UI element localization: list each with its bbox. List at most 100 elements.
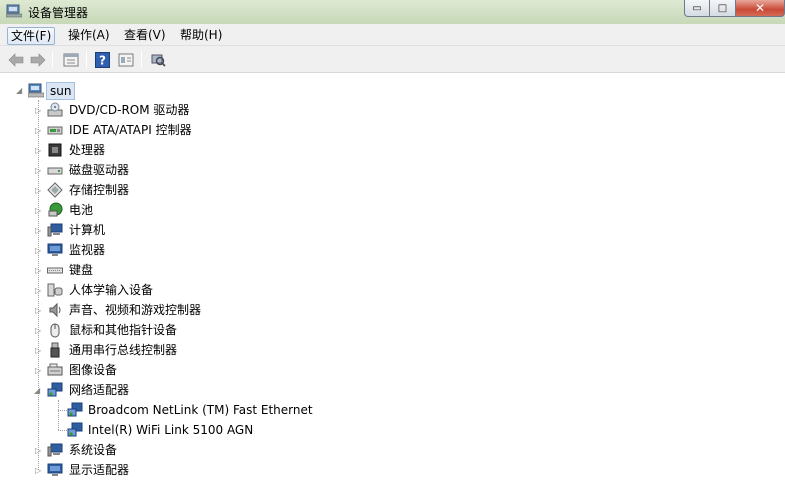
toolbar-separator xyxy=(52,51,53,68)
ide-controller-icon xyxy=(47,126,63,135)
tree-item[interactable]: ▷ 计算机 xyxy=(0,220,400,240)
tree-item[interactable]: ▷ 处理器 xyxy=(0,140,400,160)
tree-item[interactable]: ▷ 图像设备 xyxy=(0,360,400,380)
expand-arrow-icon[interactable]: ▷ xyxy=(35,446,41,455)
storage-controller-icon xyxy=(47,182,63,198)
expand-arrow-icon[interactable]: ▷ xyxy=(35,186,41,195)
expand-arrow-icon[interactable]: ▷ xyxy=(35,346,41,355)
battery-icon xyxy=(48,202,63,217)
toolbar-separator xyxy=(86,51,87,68)
expand-arrow-icon[interactable]: ▷ xyxy=(35,106,41,115)
tree-item-label: IDE ATA/ATAPI 控制器 xyxy=(69,123,192,137)
back-arrow-icon[interactable] xyxy=(7,51,24,68)
imaging-icon xyxy=(47,363,63,376)
tree-item-label: 键盘 xyxy=(69,263,94,277)
expand-arrow-icon[interactable]: ▷ xyxy=(35,126,41,135)
window-title: 设备管理器 xyxy=(28,6,89,20)
menu-file[interactable]: 文件(F) xyxy=(7,27,56,45)
tree-item[interactable]: ▷ 通用串行总线控制器 xyxy=(0,340,400,360)
menu-help[interactable]: 帮助(H) xyxy=(177,27,225,45)
tree-child-item[interactable]: Intel(R) WiFi Link 5100 AGN xyxy=(0,420,400,440)
network-adapter-icon xyxy=(47,382,63,397)
menu-view[interactable]: 查看(V) xyxy=(121,27,169,45)
expand-arrow-icon[interactable]: ▷ xyxy=(35,166,41,175)
minimize-button[interactable]: ▭ xyxy=(684,0,710,17)
title-bar: 设备管理器 ▭ □ ✕ xyxy=(0,0,785,24)
system-devices-icon xyxy=(47,443,63,457)
expand-arrow-icon[interactable]: ▷ xyxy=(35,306,41,315)
device-manager-icon xyxy=(6,4,22,18)
tree-item-label: 监视器 xyxy=(69,243,106,257)
display-adapter-icon xyxy=(47,463,63,476)
hid-icon xyxy=(47,283,63,297)
tree-item[interactable]: ▷ IDE ATA/ATAPI 控制器 xyxy=(0,120,400,140)
tree-item-label: 通用串行总线控制器 xyxy=(69,343,178,357)
computer-icon xyxy=(47,223,63,237)
tree-item[interactable]: ▷ 鼠标和其他指针设备 xyxy=(0,320,400,340)
sound-icon xyxy=(49,302,61,318)
tree-item-label: 网络适配器 xyxy=(69,383,130,397)
tree-item[interactable]: ▷ 监视器 xyxy=(0,240,400,260)
tree-item[interactable]: ▷ 存储控制器 xyxy=(0,180,400,200)
dvd-drive-icon xyxy=(47,102,63,117)
expand-arrow-icon[interactable]: ▷ xyxy=(35,366,41,375)
tree-item[interactable]: ▷ 人体学输入设备 xyxy=(0,280,400,300)
maximize-button[interactable]: □ xyxy=(710,0,736,17)
tree-item[interactable]: ▷ DVD/CD-ROM 驱动器 xyxy=(0,100,400,120)
expand-arrow-icon[interactable]: ▷ xyxy=(35,266,41,275)
tree-item-label: 显示适配器 xyxy=(69,463,130,477)
tree-child-label: Intel(R) WiFi Link 5100 AGN xyxy=(88,423,254,437)
network-adapter-icon xyxy=(67,402,83,417)
network-adapter-icon xyxy=(67,422,83,437)
expand-arrow-icon[interactable]: ▷ xyxy=(35,246,41,255)
tree-item[interactable]: ▷ 系统设备 xyxy=(0,440,400,460)
forward-arrow-icon[interactable] xyxy=(29,51,46,68)
tree-item-label: 系统设备 xyxy=(69,443,118,457)
view-icon[interactable] xyxy=(117,51,135,68)
tree-item-label: DVD/CD-ROM 驱动器 xyxy=(69,103,190,117)
computer-icon xyxy=(28,83,44,98)
processor-icon xyxy=(48,143,62,157)
monitor-icon xyxy=(47,243,63,256)
expand-arrow-icon[interactable]: ▷ xyxy=(35,466,41,475)
keyboard-icon xyxy=(47,267,63,274)
svg-text:?: ? xyxy=(99,53,106,67)
tree-child-label: Broadcom NetLink (TM) Fast Ethernet xyxy=(88,403,313,417)
tree-item[interactable]: ▷ 电池 xyxy=(0,200,400,220)
tree-root[interactable]: ◢ sun xyxy=(0,80,300,100)
menu-bar: 文件(F) 操作(A) 查看(V) 帮助(H) xyxy=(0,24,785,46)
tree-item-label: 计算机 xyxy=(69,223,106,237)
collapse-arrow-icon[interactable]: ◢ xyxy=(16,86,22,95)
tree-item[interactable]: ▷ 显示适配器 xyxy=(0,460,400,480)
expand-arrow-icon[interactable]: ▷ xyxy=(35,146,41,155)
tree-child-item[interactable]: Broadcom NetLink (TM) Fast Ethernet xyxy=(0,400,400,420)
help-icon[interactable]: ? xyxy=(94,51,110,68)
expand-arrow-icon[interactable]: ▷ xyxy=(35,226,41,235)
tree-item-label: 处理器 xyxy=(69,143,106,157)
toolbar-separator xyxy=(141,51,142,68)
tree-item-label: 人体学输入设备 xyxy=(69,283,154,297)
scan-hardware-icon[interactable] xyxy=(149,51,167,68)
menu-action[interactable]: 操作(A) xyxy=(65,27,113,45)
tree-root-label: sun xyxy=(46,82,76,100)
properties-icon[interactable] xyxy=(62,51,80,68)
expand-arrow-icon[interactable]: ▷ xyxy=(35,286,41,295)
device-tree: ◢ sun ▷ DVD/CD-ROM 驱动器 ▷ IDE ATA/ATAPI 控… xyxy=(0,74,785,489)
maximize-icon: □ xyxy=(717,2,728,14)
tree-item-label: 图像设备 xyxy=(69,363,118,377)
tree-item[interactable]: ◢ 网络适配器 xyxy=(0,380,400,400)
tree-item[interactable]: ▷ 键盘 xyxy=(0,260,400,280)
close-button[interactable]: ✕ xyxy=(736,0,785,17)
tree-item-label: 电池 xyxy=(69,203,94,217)
tree-item-label: 存储控制器 xyxy=(69,183,130,197)
disk-drive-icon xyxy=(47,167,63,175)
usb-icon xyxy=(50,342,60,358)
mouse-icon xyxy=(50,323,60,338)
toolbar: ? xyxy=(0,46,785,73)
tree-item[interactable]: ▷ 磁盘驱动器 xyxy=(0,160,400,180)
tree-item[interactable]: ▷ 声音、视频和游戏控制器 xyxy=(0,300,400,320)
collapse-arrow-icon[interactable]: ◢ xyxy=(34,386,40,395)
expand-arrow-icon[interactable]: ▷ xyxy=(35,206,41,215)
expand-arrow-icon[interactable]: ▷ xyxy=(35,326,41,335)
tree-item-label: 鼠标和其他指针设备 xyxy=(69,323,178,337)
